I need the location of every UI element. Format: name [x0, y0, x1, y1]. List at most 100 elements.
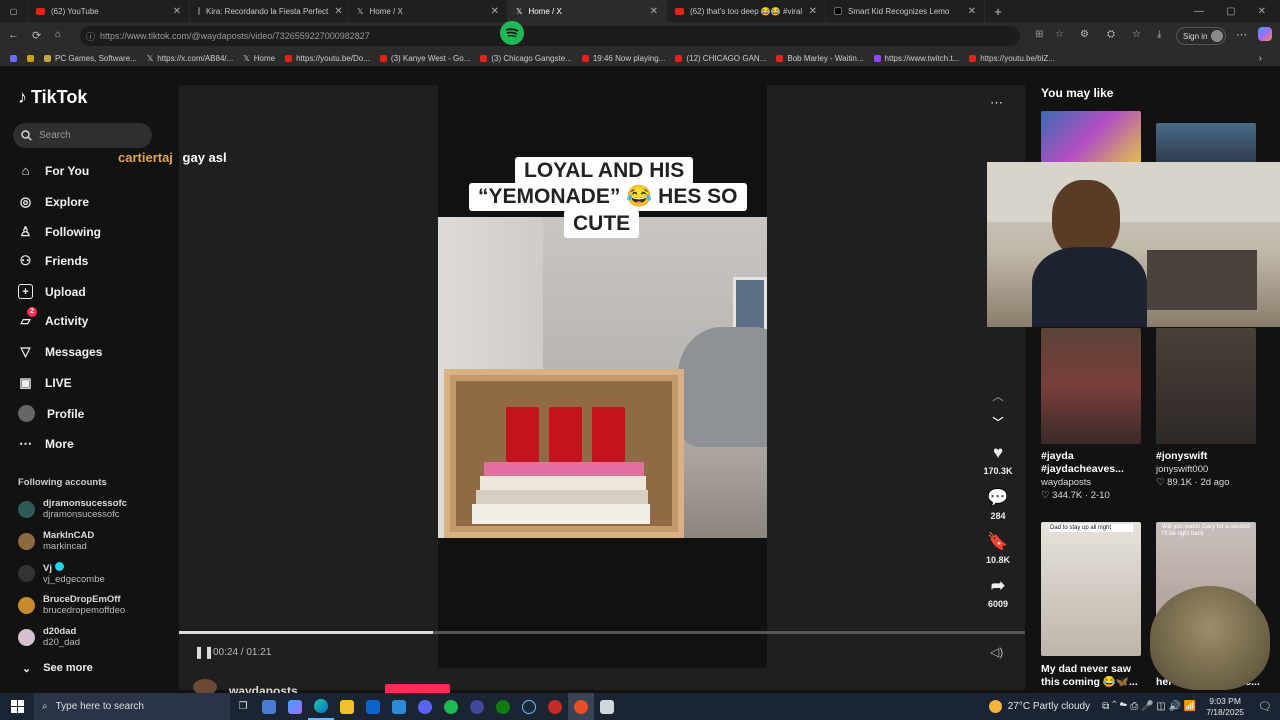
spotify-icon[interactable]	[438, 693, 464, 720]
weather-text[interactable]: 27°C Partly cloudy	[1008, 701, 1090, 712]
nav-explore[interactable]: ◎ Explore	[18, 194, 89, 209]
video-progress-track[interactable]	[179, 631, 1025, 634]
tab-youtube-2[interactable]: (62) that's too deep 😂😂 #viral ✕	[667, 0, 826, 22]
extensions-icon[interactable]: ⚙	[1080, 29, 1089, 40]
close-icon[interactable]: ✕	[491, 6, 499, 17]
chevron-right-icon[interactable]: ›	[1259, 53, 1280, 64]
task-view-icon[interactable]: ❐	[230, 693, 256, 720]
copilot-icon[interactable]	[282, 693, 308, 720]
bookmark-item[interactable]: Bob Marley - Waitin...	[776, 54, 864, 63]
close-icon[interactable]: ✕	[173, 6, 181, 17]
thumbnail[interactable]	[1156, 328, 1256, 444]
close-icon[interactable]: ✕	[334, 6, 342, 17]
back-icon[interactable]: ←	[8, 29, 19, 41]
discord-icon[interactable]	[412, 693, 438, 720]
extension-icon[interactable]: ⛭	[1107, 29, 1115, 40]
clock[interactable]: 9:03 PM 7/18/2025	[1206, 696, 1244, 718]
tiktok-logo[interactable]: ♪ TikTok	[18, 87, 87, 108]
nav-profile[interactable]: Profile	[18, 405, 84, 422]
rec-item-2-text[interactable]: #jonyswift jonyswift000 ♡ 89.1K · 2d ago	[1156, 450, 1266, 489]
outlook-icon[interactable]	[360, 693, 386, 720]
collections-icon[interactable]: ☆	[1132, 29, 1141, 40]
save-button[interactable]: 🔖 10.8K	[982, 532, 1014, 565]
windows-start-icon[interactable]	[0, 693, 34, 720]
tab-tiktok[interactable]: Kira: Recordando la Fiesta Perfect ✕	[190, 0, 349, 22]
account-item[interactable]: djramonsucessofc djramonsucessofc	[18, 498, 127, 520]
nav-more[interactable]: ⋯ More	[18, 436, 74, 451]
account-item[interactable]: Vj vj_edgecombe	[18, 562, 105, 585]
more-menu-icon[interactable]: ⋯	[1236, 28, 1247, 41]
account-item[interactable]: BruceDropEmOff brucedropemoffdeo	[18, 594, 125, 616]
video-frame[interactable]	[438, 217, 767, 538]
file-explorer-icon[interactable]	[334, 693, 360, 720]
like-button[interactable]: ♥ 170.3K	[982, 443, 1014, 476]
notification-icon[interactable]: 🗨	[1258, 700, 1272, 713]
xbox-icon[interactable]	[490, 693, 516, 720]
tab-youtube[interactable]: (62) YouTube ✕	[28, 0, 190, 22]
tab-x-home[interactable]: 𝕏 Home / X ✕	[349, 0, 508, 22]
bookmark-item[interactable]: https://youtu.be/blZ...	[969, 54, 1055, 63]
site-info-icon[interactable]: ⓘ	[86, 30, 95, 43]
app-icon[interactable]	[594, 693, 620, 720]
bookmark-item[interactable]: https://youtu.be/Do...	[285, 54, 370, 63]
home-icon[interactable]: ⌂	[55, 29, 61, 40]
see-more-button[interactable]: ⌄ See more	[22, 662, 93, 675]
nav-activity[interactable]: ▱ 2 Activity	[18, 307, 88, 328]
search-input[interactable]: Search	[13, 123, 152, 148]
steam-icon[interactable]	[516, 693, 542, 720]
account-item[interactable]: d20dad d20_dad	[18, 626, 80, 648]
bookmark-item[interactable]: (3) Chicago Gangste...	[480, 54, 572, 63]
minimize-icon[interactable]: —	[1194, 6, 1204, 17]
url-field[interactable]: ⓘ https://www.tiktok.com/@waydaposts/vid…	[80, 26, 1064, 46]
bookmark-item[interactable]: https://www.twitch.t...	[873, 54, 959, 63]
tab-actions-icon[interactable]: ▢	[0, 0, 28, 22]
scroll-up-icon[interactable]: ︿	[982, 388, 1014, 407]
nav-live[interactable]: ▣ LIVE	[18, 375, 71, 390]
app-icon[interactable]	[464, 693, 490, 720]
bookmark-item[interactable]: PC Games, Software...	[44, 54, 137, 63]
copilot-icon[interactable]	[1258, 27, 1272, 41]
favorite-icon[interactable]: ☆	[1055, 29, 1064, 40]
downloads-icon[interactable]: ⤓	[1157, 29, 1161, 40]
refresh-icon[interactable]: ⟳	[32, 29, 41, 42]
volume-icon[interactable]: ◁)	[990, 645, 1003, 659]
bookmark-item[interactable]: 𝕏https://x.com/AB84/...	[147, 54, 233, 63]
author-name[interactable]: waydaposts	[229, 684, 298, 693]
maximize-icon[interactable]: ▢	[1226, 6, 1235, 17]
nav-messages[interactable]: ▽ Messages	[18, 344, 103, 359]
nav-upload[interactable]: + Upload	[18, 284, 86, 299]
share-button[interactable]: ➦ 6009	[982, 576, 1014, 609]
tray-icons[interactable]: ⧉ ⌃ ☁ ⎙ 🎤 ◫ 🔊 📶	[1102, 701, 1196, 712]
obs-icon[interactable]	[568, 693, 594, 720]
thumbnail[interactable]	[1041, 111, 1141, 163]
split-screen-icon[interactable]: ⊞	[1035, 29, 1043, 40]
store-icon[interactable]	[256, 693, 282, 720]
scroll-down-icon[interactable]: ﹀	[982, 414, 1014, 433]
comment-button[interactable]: 💬 284	[982, 488, 1014, 521]
app-icon[interactable]	[386, 693, 412, 720]
new-tab-button[interactable]: +	[985, 0, 1011, 22]
bookmark-item[interactable]: 19:46 Now playing...	[581, 54, 665, 63]
tab-tiktok-2[interactable]: Smart Kid Recognizes Lemo ✕	[826, 0, 985, 22]
close-icon[interactable]: ✕	[968, 6, 976, 17]
thumbnail[interactable]	[1041, 328, 1141, 444]
bookmark-item[interactable]: 𝕏 Home	[243, 54, 275, 63]
follow-button[interactable]	[385, 684, 450, 693]
rec-item-1-text[interactable]: #jayda #jaydacheaves... waydaposts ♡ 344…	[1041, 450, 1146, 502]
nav-for-you[interactable]: ⌂ For You	[18, 163, 90, 178]
close-icon[interactable]: ✕	[650, 6, 658, 17]
thumbnail[interactable]	[1156, 123, 1256, 163]
thumbnail[interactable]: Dad to stay up all night	[1041, 522, 1141, 656]
taskbar-search-input[interactable]: ⌕ Type here to search	[34, 693, 230, 720]
sign-in-button[interactable]: Sign in	[1176, 27, 1226, 45]
close-window-icon[interactable]: ✕	[1258, 6, 1266, 17]
edge-icon[interactable]	[308, 693, 334, 720]
account-item[interactable]: MarkInCAD markincad	[18, 530, 94, 552]
close-icon[interactable]: ✕	[809, 6, 817, 17]
pause-icon[interactable]: ❚❚	[194, 645, 214, 659]
bookmark-item[interactable]: (3) Kanye West - Go...	[379, 54, 470, 63]
more-options-icon[interactable]: ⋯	[990, 95, 1003, 111]
tab-x-home-active[interactable]: 𝕏 Home / X ✕	[508, 0, 667, 22]
rec-title[interactable]: My dad never saw this coming 😂🦋...	[1041, 663, 1146, 689]
nav-following[interactable]: ♙ Following	[18, 224, 101, 239]
